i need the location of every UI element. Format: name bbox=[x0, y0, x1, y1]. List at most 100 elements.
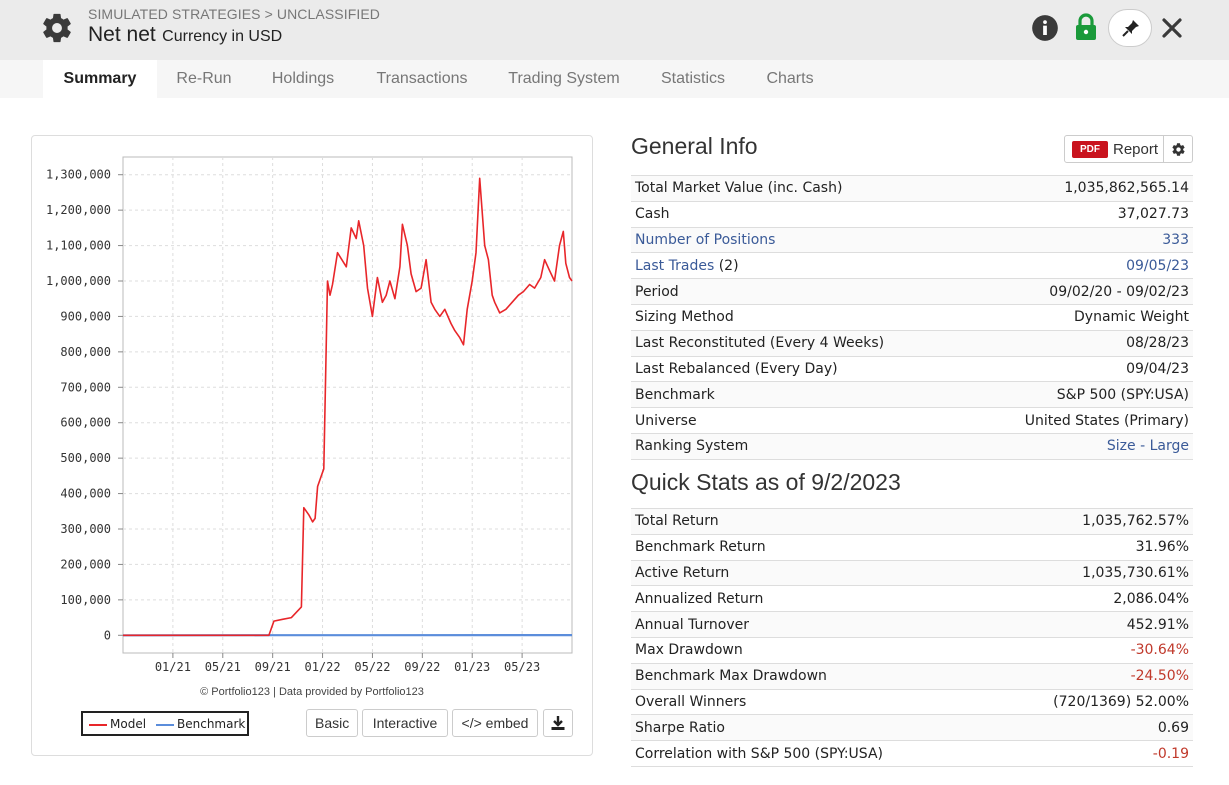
currency-subtitle: Currency in USD bbox=[162, 28, 283, 45]
y-tick-label: 100,000 bbox=[60, 593, 111, 607]
row-label: Last Rebalanced (Every Day) bbox=[631, 355, 968, 382]
positions-count-link[interactable]: 333 bbox=[1162, 232, 1189, 248]
row-label: Overall Winners bbox=[631, 688, 991, 715]
row-label: Sizing Method bbox=[631, 303, 968, 331]
tab-transactions[interactable]: Transactions bbox=[363, 60, 481, 98]
quick-stats-title: Quick Stats as of 9/2/2023 bbox=[631, 469, 901, 495]
info-icon[interactable] bbox=[1031, 14, 1059, 42]
tab-trading-system[interactable]: Trading System bbox=[497, 60, 631, 98]
table-row: Universe United States (Primary) bbox=[631, 407, 1193, 434]
last-trades-count: (2) bbox=[714, 257, 739, 274]
table-row: Total Return 1,035,762.57% bbox=[631, 508, 1193, 535]
legend-benchmark-swatch bbox=[156, 724, 174, 726]
table-row: Benchmark Max Drawdown -24.50% bbox=[631, 662, 1193, 690]
basic-button[interactable]: Basic bbox=[306, 709, 358, 737]
breadcrumb[interactable]: SIMULATED STRATEGIES > UNCLASSIFIED bbox=[88, 6, 380, 22]
row-value: S&P 500 (SPY:USA) bbox=[967, 381, 1193, 408]
table-row: Ranking System Size - Large bbox=[631, 432, 1193, 460]
pin-button[interactable] bbox=[1108, 9, 1152, 47]
row-label: Benchmark Return bbox=[631, 533, 991, 561]
tab-charts[interactable]: Charts bbox=[752, 60, 828, 98]
row-label: Cash bbox=[631, 200, 968, 228]
x-tick-label: 05/22 bbox=[354, 660, 390, 674]
tab-re-run[interactable]: Re-Run bbox=[163, 60, 245, 98]
row-value: 09/02/20 - 09/02/23 bbox=[967, 278, 1193, 305]
correlation-value: -0.19 bbox=[1152, 745, 1189, 762]
chart-legend: Model Benchmark bbox=[81, 711, 249, 736]
y-tick-label: 600,000 bbox=[60, 416, 111, 430]
general-info-title: General Info bbox=[631, 133, 758, 159]
performance-chart: 1,300,000 1,200,000 1,100,000 1,000,000 900,… bbox=[46, 156, 573, 674]
settings-gear-icon[interactable] bbox=[40, 11, 74, 45]
tab-summary[interactable]: Summary bbox=[43, 60, 157, 98]
row-label: Last Reconstituted (Every 4 Weeks) bbox=[631, 329, 968, 357]
interactive-button[interactable]: Interactive bbox=[362, 709, 448, 737]
row-label: Total Market Value (inc. Cash) bbox=[631, 175, 968, 202]
y-tick-label: 300,000 bbox=[60, 522, 111, 536]
lock-icon[interactable] bbox=[1072, 13, 1100, 41]
quick-stats-table: Total Return 1,035,762.57% Benchmark Retu… bbox=[631, 508, 1193, 767]
x-tick-label: 01/22 bbox=[304, 660, 340, 674]
table-row: Overall Winners (720/1369) 52.00% bbox=[631, 688, 1193, 715]
row-label: Benchmark bbox=[631, 381, 968, 408]
x-tick-label: 09/22 bbox=[404, 660, 440, 674]
y-tick-label: 1,300,000 bbox=[46, 168, 111, 182]
last-trades-link[interactable]: Last Trades bbox=[635, 258, 714, 274]
row-label: Annual Turnover bbox=[631, 611, 991, 638]
ranking-system-link[interactable]: Size - Large bbox=[1107, 438, 1189, 454]
download-icon bbox=[551, 716, 565, 730]
row-value: 1,035,762.57% bbox=[990, 508, 1193, 535]
table-row: Total Market Value (inc. Cash) 1,035,862,… bbox=[631, 175, 1193, 202]
table-row: Max Drawdown -30.64% bbox=[631, 636, 1193, 664]
row-value: 0.69 bbox=[990, 714, 1193, 741]
y-tick-label: 200,000 bbox=[60, 557, 111, 571]
y-tick-label: 1,100,000 bbox=[46, 239, 111, 253]
x-tick-label: 05/23 bbox=[504, 660, 540, 674]
last-trades-date-link[interactable]: 09/05/23 bbox=[1126, 258, 1189, 274]
tab-statistics[interactable]: Statistics bbox=[648, 60, 738, 98]
close-icon[interactable] bbox=[1160, 16, 1184, 40]
table-row: Period 09/02/20 - 09/02/23 bbox=[631, 278, 1193, 305]
page-header: SIMULATED STRATEGIES > UNCLASSIFIED Net … bbox=[0, 0, 1229, 60]
table-row: Annualized Return 2,086.04% bbox=[631, 585, 1193, 612]
row-label: Period bbox=[631, 278, 968, 305]
y-tick-label: 900,000 bbox=[60, 309, 111, 323]
page-title: Net net bbox=[88, 23, 156, 46]
row-value: 452.91% bbox=[990, 611, 1193, 638]
x-tick-label: 05/21 bbox=[205, 660, 241, 674]
row-label: Universe bbox=[631, 407, 968, 434]
row-value: United States (Primary) bbox=[967, 407, 1193, 434]
table-row: Active Return 1,035,730.61% bbox=[631, 559, 1193, 586]
tab-bar: Summary Re-Run Holdings Transactions Tra… bbox=[0, 60, 1229, 98]
table-row: Cash 37,027.73 bbox=[631, 200, 1193, 228]
row-value: (720/1369) 52.00% bbox=[990, 688, 1193, 715]
report-label: Report bbox=[1113, 141, 1159, 158]
y-tick-label: 1,000,000 bbox=[46, 274, 111, 288]
table-row: Annual Turnover 452.91% bbox=[631, 611, 1193, 638]
number-of-positions-link[interactable]: Number of Positions bbox=[635, 232, 775, 248]
table-row: Sharpe Ratio 0.69 bbox=[631, 714, 1193, 741]
legend-benchmark-label: Benchmark bbox=[177, 717, 246, 731]
row-label: Active Return bbox=[631, 559, 991, 586]
table-row: Sizing Method Dynamic Weight bbox=[631, 303, 1193, 331]
y-tick-label: 0 bbox=[104, 628, 111, 642]
download-button[interactable] bbox=[543, 709, 573, 737]
pdf-report-button[interactable]: PDF Report bbox=[1064, 135, 1164, 163]
legend-model-swatch bbox=[89, 724, 107, 726]
general-info-table: Total Market Value (inc. Cash) 1,035,862,… bbox=[631, 175, 1193, 460]
row-value: 1,035,730.61% bbox=[990, 559, 1193, 586]
tab-holdings[interactable]: Holdings bbox=[258, 60, 348, 98]
table-row: Correlation with S&P 500 (SPY:USA) -0.19 bbox=[631, 740, 1193, 767]
row-value: 37,027.73 bbox=[967, 200, 1193, 228]
row-label: Max Drawdown bbox=[631, 636, 991, 664]
table-row: Last Rebalanced (Every Day) 09/04/23 bbox=[631, 355, 1193, 382]
row-value: 2,086.04% bbox=[990, 585, 1193, 612]
table-row: Number of Positions 333 bbox=[631, 226, 1193, 253]
legend-model-label: Model bbox=[110, 717, 147, 731]
row-value: 08/28/23 bbox=[967, 329, 1193, 357]
gear-icon bbox=[1172, 143, 1185, 156]
report-settings-button[interactable] bbox=[1163, 135, 1193, 163]
y-tick-label: 1,200,000 bbox=[46, 203, 111, 217]
embed-button[interactable]: </> embed bbox=[452, 709, 538, 737]
chart-credit: © Portfolio123 | Data provided by Portfo… bbox=[200, 686, 424, 698]
